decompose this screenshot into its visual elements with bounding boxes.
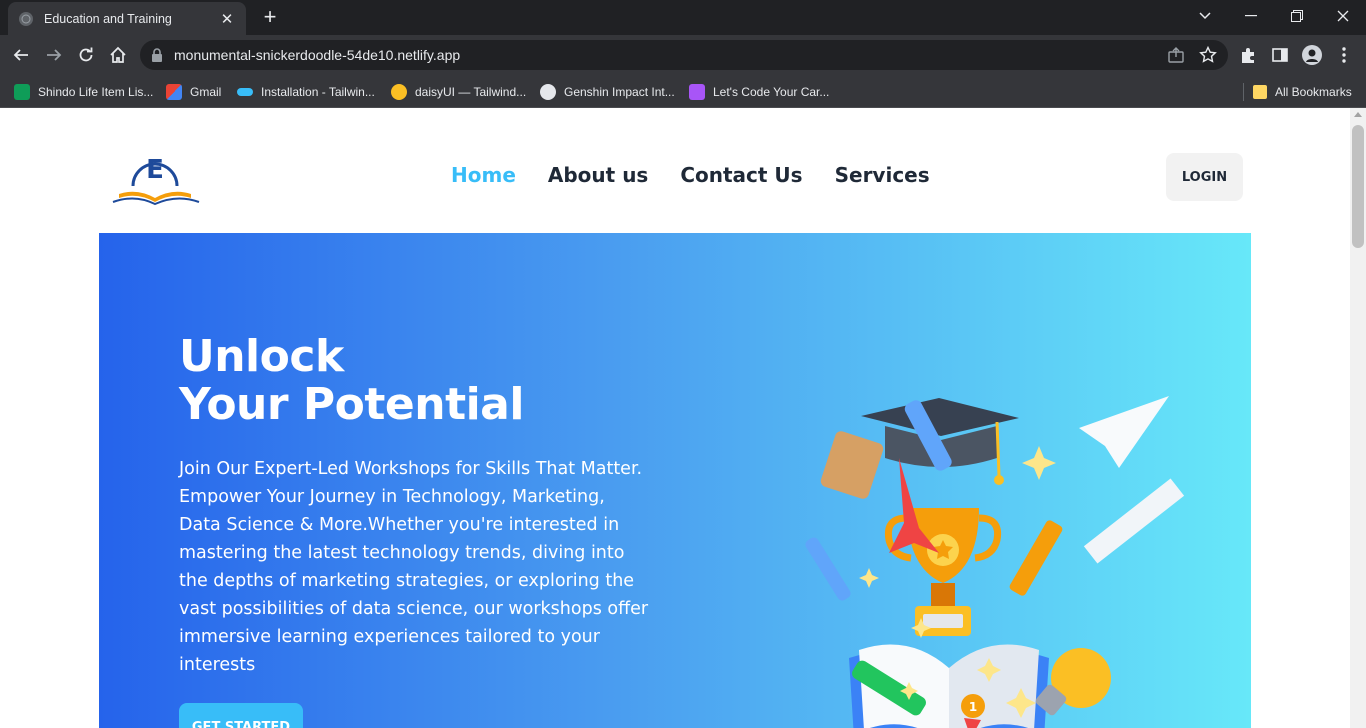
bookmark-tailwind[interactable]: Installation - Tailwin... [237, 83, 375, 100]
side-panel-icon[interactable] [1270, 45, 1290, 65]
nav-services[interactable]: Services [835, 163, 930, 187]
hero-banner: Unlock Your Potential Join Our Expert-Le… [99, 233, 1251, 728]
bookmark-star-icon[interactable] [1199, 46, 1217, 64]
page-scrollbar[interactable] [1350, 108, 1366, 728]
menu-icon[interactable] [1334, 45, 1354, 65]
forward-icon[interactable] [39, 40, 69, 70]
all-bookmarks[interactable]: All Bookmarks [1253, 83, 1352, 100]
get-started-button[interactable]: GET STARTED [179, 703, 303, 728]
browser-tab[interactable]: Education and Training ✕ [8, 2, 246, 35]
medal-number: 1 [969, 700, 977, 714]
hero-title: Unlock Your Potential [179, 333, 524, 429]
letscode-icon [689, 83, 705, 100]
back-icon[interactable] [6, 40, 36, 70]
bookmark-gmail[interactable]: Gmail [166, 83, 221, 100]
main-nav: Home About us Contact Us Services [451, 163, 930, 187]
home-icon[interactable] [103, 40, 133, 70]
nav-contact-us[interactable]: Contact Us [680, 163, 802, 187]
pen-icon [805, 537, 851, 601]
scroll-thumb[interactable] [1352, 125, 1364, 248]
hero-description: Join Our Expert-Led Workshops for Skills… [179, 459, 649, 675]
education-illustration: 1 [805, 396, 1185, 728]
hero-title-line2: Your Potential [179, 379, 524, 430]
restore-icon[interactable] [1274, 0, 1320, 32]
address-bar[interactable]: monumental-snickerdoodle-54de10.netlify.… [140, 40, 1228, 70]
folder-icon [1253, 84, 1267, 99]
bookmark-label: Shindo Life Item Lis... [38, 84, 154, 99]
tab-title: Education and Training [44, 11, 172, 26]
nav-about-us[interactable]: About us [548, 163, 648, 187]
close-window-icon[interactable] [1320, 0, 1366, 32]
bookmark-label: Gmail [190, 84, 222, 99]
site-logo[interactable]: E [111, 142, 201, 208]
bookmark-genshin[interactable]: Genshin Impact Int... [540, 83, 675, 100]
gmail-icon [166, 83, 182, 100]
hero-title-line1: Unlock [179, 331, 344, 382]
bookmarks-divider [1243, 83, 1244, 101]
bookmark-label: Genshin Impact Int... [564, 84, 675, 99]
share-icon[interactable] [1167, 46, 1185, 64]
bookmark-daisyui[interactable]: daisyUI — Tailwind... [391, 83, 526, 100]
paper-plane-icon [1079, 396, 1169, 468]
sheets-icon [14, 83, 30, 100]
bookmark-label: daisyUI — Tailwind... [415, 84, 527, 99]
tab-search-icon[interactable] [1182, 0, 1228, 32]
globe-icon [19, 11, 33, 26]
tab-close-icon[interactable]: ✕ [218, 10, 236, 28]
notebook-icon [820, 431, 884, 499]
extensions-icon[interactable] [1238, 45, 1258, 65]
reload-icon[interactable] [71, 40, 101, 70]
ruler-icon [1083, 478, 1185, 564]
genshin-icon [540, 83, 556, 100]
new-tab-icon[interactable]: + [258, 6, 282, 30]
browser-toolbar: monumental-snickerdoodle-54de10.netlify.… [0, 35, 1366, 75]
scroll-up-arrow-icon[interactable] [1354, 112, 1362, 117]
profile-avatar-icon[interactable] [1302, 45, 1322, 65]
lock-icon[interactable] [150, 47, 164, 63]
browser-tab-strip: Education and Training ✕ + [0, 0, 1366, 35]
url-text[interactable]: monumental-snickerdoodle-54de10.netlify.… [174, 47, 460, 63]
bookmark-letscode[interactable]: Let's Code Your Car... [689, 83, 829, 100]
login-button[interactable]: LOGIN [1166, 153, 1243, 201]
logo-letter: E [146, 155, 164, 185]
bookmark-label: Let's Code Your Car... [713, 84, 830, 99]
bookmarks-bar: Shindo Life Item Lis... Gmail Installati… [0, 75, 1366, 108]
tailwind-icon [237, 87, 253, 96]
minimize-icon[interactable] [1228, 0, 1274, 32]
web-page: E Home About us Contact Us Services LOGI… [0, 108, 1350, 728]
bookmark-label: Installation - Tailwin... [261, 84, 375, 99]
all-bookmarks-label: All Bookmarks [1275, 84, 1352, 99]
bookmark-shindo[interactable]: Shindo Life Item Lis... [14, 83, 153, 100]
nav-home[interactable]: Home [451, 163, 516, 187]
pencil-icon [1009, 520, 1063, 596]
daisyui-icon [391, 83, 407, 100]
